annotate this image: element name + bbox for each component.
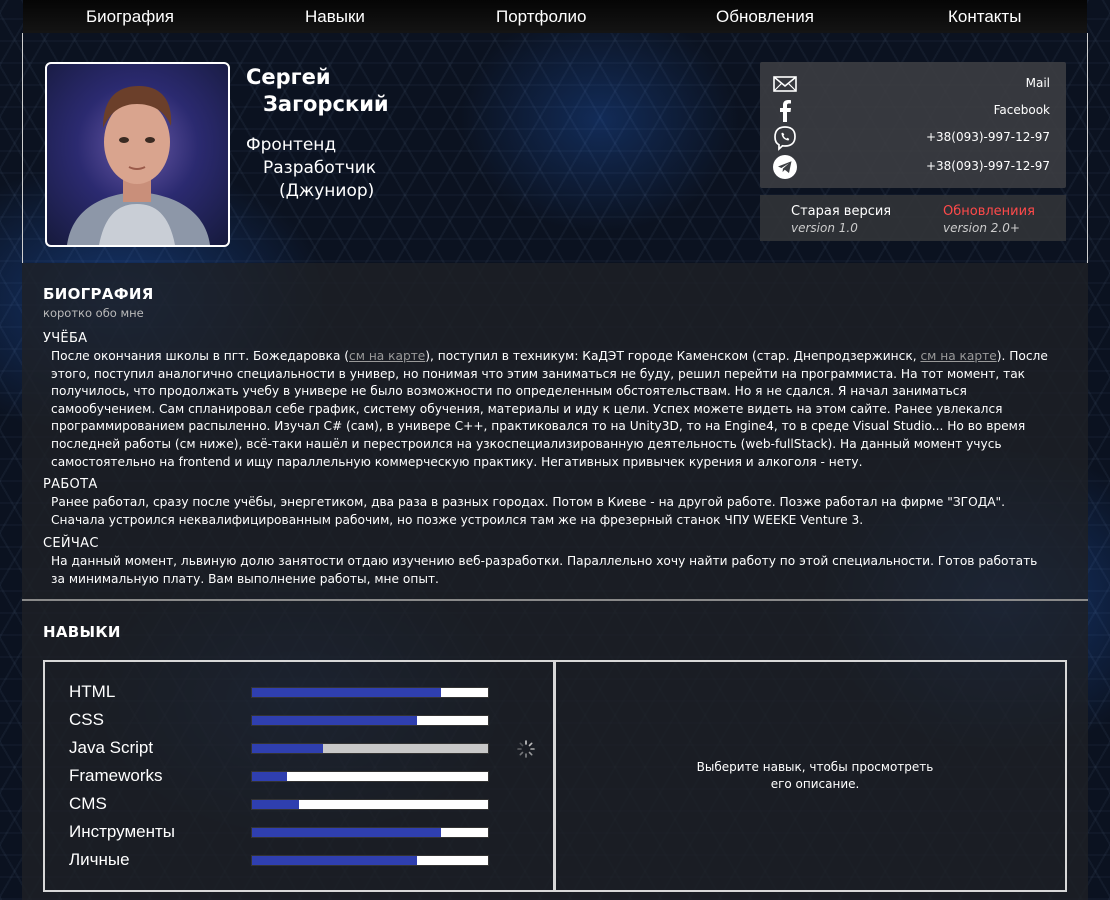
map-link-2[interactable]: см на карте bbox=[920, 349, 996, 363]
role-line-2: Разработчик bbox=[263, 158, 377, 178]
skill-level-fill bbox=[252, 744, 323, 753]
skill-level-bar bbox=[251, 687, 489, 698]
new-version-number: version 2.0+ bbox=[943, 221, 1020, 235]
skill-level-bar bbox=[251, 827, 489, 838]
mail-icon bbox=[773, 76, 797, 92]
role-line-3: (Джуниор) bbox=[279, 181, 375, 201]
skill-name: CMS bbox=[69, 794, 107, 813]
skill-name: Java Script bbox=[69, 738, 154, 757]
section-divider bbox=[22, 599, 1088, 601]
skill-name: Инструменты bbox=[69, 822, 176, 841]
study-text-part1: После окончания школы в пгт. Божедаровка… bbox=[51, 349, 350, 363]
skill-level-bar bbox=[251, 743, 489, 754]
name-first: Сергей bbox=[246, 65, 331, 89]
skill-level-fill bbox=[252, 800, 299, 809]
skill-level-fill bbox=[252, 772, 287, 781]
skill-row[interactable]: Инструменты bbox=[69, 821, 499, 843]
contact-viber-text[interactable]: +38(093)-997-12-97 bbox=[926, 130, 1050, 144]
study-text: После окончания школы в пгт. Божедаровка… bbox=[51, 348, 1051, 471]
skill-name: HTML bbox=[69, 682, 116, 701]
work-heading: РАБОТА bbox=[43, 477, 98, 492]
skill-level-fill bbox=[252, 716, 417, 725]
old-version-link[interactable]: Старая версия version 1.0 bbox=[791, 203, 891, 237]
now-text: На данный момент, львиную долю занятости… bbox=[51, 554, 1038, 586]
biography-title: БИОГРАФИЯ bbox=[43, 285, 154, 303]
loading-spinner-icon bbox=[517, 740, 535, 758]
skill-row[interactable]: Личные bbox=[69, 849, 499, 871]
work-text: Ранее работал, сразу после учёбы, энерге… bbox=[51, 495, 1006, 527]
new-version-link[interactable]: Обновлениия version 2.0+ bbox=[943, 203, 1035, 237]
skill-row[interactable]: HTML bbox=[69, 681, 499, 703]
contact-telegram[interactable]: +38(093)-997-12-97 bbox=[760, 154, 1066, 180]
study-text-part3: ). После этого, поступил аналогично спец… bbox=[51, 349, 1048, 469]
skill-level-fill bbox=[252, 688, 441, 697]
frame-border-right bbox=[1087, 33, 1088, 263]
skills-title: НАВЫКИ bbox=[43, 623, 121, 641]
old-version-label: Старая версия bbox=[791, 204, 892, 219]
nav-contacts[interactable]: Контакты bbox=[948, 0, 1021, 33]
skill-row[interactable]: Frameworks bbox=[69, 765, 499, 787]
telegram-icon bbox=[773, 155, 797, 179]
top-navigation: Биография Навыки Портфолио Обновления Ко… bbox=[23, 0, 1087, 33]
contacts-panel: Mail Facebook +38(093)-997-12-97 +38(093… bbox=[760, 62, 1066, 188]
nav-portfolio[interactable]: Портфолио bbox=[496, 0, 586, 33]
nav-updates[interactable]: Обновления bbox=[716, 0, 814, 33]
skill-level-fill bbox=[252, 856, 417, 865]
skill-level-bar bbox=[251, 855, 489, 866]
skill-name: CSS bbox=[69, 710, 104, 729]
contact-viber[interactable]: +38(093)-997-12-97 bbox=[760, 125, 1066, 151]
viber-icon bbox=[774, 126, 796, 151]
versions-panel: Старая версия version 1.0 Обновлениия ve… bbox=[760, 195, 1066, 241]
skill-level-bar bbox=[251, 715, 489, 726]
skill-name: Личные bbox=[69, 850, 130, 869]
frame-border-left bbox=[22, 33, 23, 263]
skill-description-hint: Выберите навык, чтобы просмотреть его оп… bbox=[696, 760, 934, 791]
new-version-label: Обновлениия bbox=[943, 204, 1035, 219]
skill-level-fill bbox=[252, 828, 441, 837]
nav-biography[interactable]: Биография bbox=[86, 0, 174, 33]
name-last: Загорский bbox=[263, 92, 389, 116]
old-version-number: version 1.0 bbox=[791, 221, 858, 235]
profile-role: Фронтенд Разработчик (Джуниор) bbox=[246, 134, 376, 203]
role-line-1: Фронтенд bbox=[246, 135, 337, 155]
skill-row[interactable]: CSS bbox=[69, 709, 499, 731]
contact-mail[interactable]: Mail bbox=[760, 71, 1066, 97]
skill-row[interactable]: Java Script bbox=[69, 737, 499, 759]
contact-mail-text[interactable]: Mail bbox=[1026, 76, 1050, 90]
study-heading: УЧЁБА bbox=[43, 331, 88, 346]
biography-subtitle: коротко обо мне bbox=[43, 306, 144, 320]
now-heading: СЕЙЧАС bbox=[43, 536, 99, 551]
skill-name: Frameworks bbox=[69, 766, 163, 785]
skill-level-bar bbox=[251, 799, 489, 810]
contact-facebook[interactable]: Facebook bbox=[760, 98, 1066, 124]
study-text-part2: ), поступил в техникум: КаДЭТ городе Кам… bbox=[425, 349, 921, 363]
profile-name: Сергей Загорский bbox=[246, 64, 389, 118]
skill-level-bar bbox=[251, 771, 489, 782]
skills-separator bbox=[553, 660, 556, 892]
skill-row[interactable]: CMS bbox=[69, 793, 499, 815]
contact-telegram-text[interactable]: +38(093)-997-12-97 bbox=[926, 159, 1050, 173]
contact-facebook-text[interactable]: Facebook bbox=[994, 103, 1050, 117]
facebook-icon bbox=[780, 100, 791, 122]
profile-photo bbox=[45, 62, 230, 247]
map-link-1[interactable]: см на карте bbox=[349, 349, 425, 363]
nav-skills[interactable]: Навыки bbox=[305, 0, 365, 33]
portrait-image bbox=[67, 86, 210, 245]
